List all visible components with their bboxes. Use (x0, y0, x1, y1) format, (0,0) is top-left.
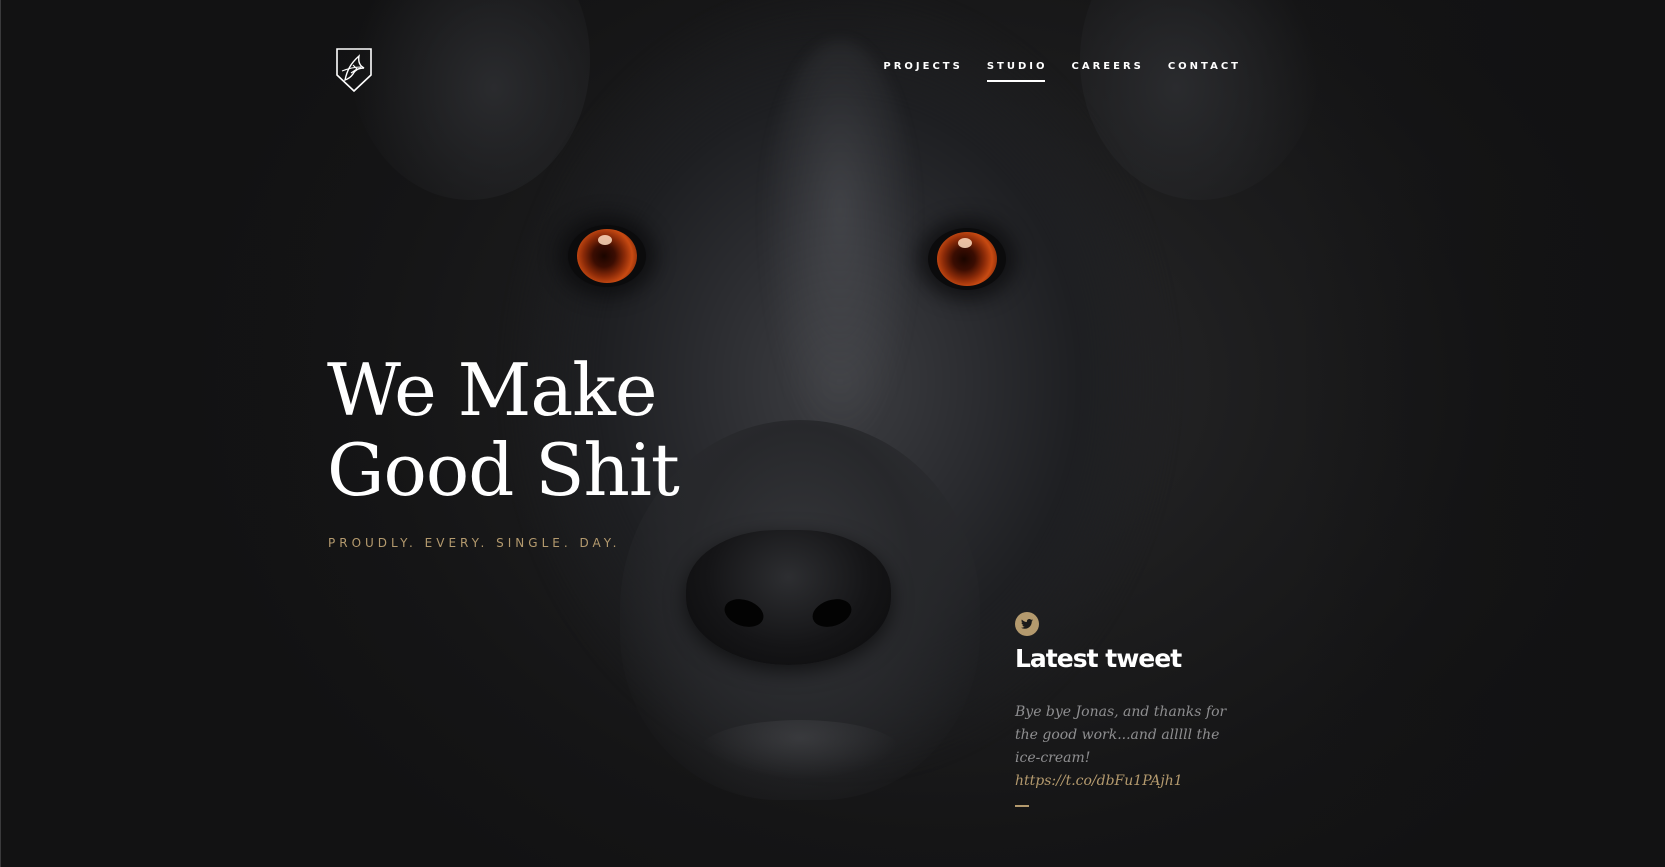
tweet-text: Bye bye Jonas, and thanks for the good w… (1015, 704, 1227, 766)
nav-item-studio[interactable]: STUDIO (987, 61, 1048, 82)
dog-eye-left (568, 225, 646, 287)
tweet-divider (1015, 805, 1029, 807)
dog-fur-highlight (760, 40, 920, 460)
tweet-heading: Latest tweet (1015, 644, 1182, 673)
tweet-link[interactable]: https://t.co/dbFu1PAjh1 (1015, 773, 1183, 789)
fox-shield-logo-icon[interactable] (335, 47, 373, 93)
edge-vignette (0, 0, 1665, 867)
hero-title-line-2: Good Shit (327, 428, 680, 512)
nav-item-projects[interactable]: PROJECTS (883, 61, 962, 82)
nav-list: PROJECTS STUDIO CAREERS CONTACT (883, 54, 1241, 73)
latest-tweet-widget: Latest tweet Bye bye Jonas, and thanks f… (1015, 612, 1245, 807)
dog-ear-right (1080, 0, 1320, 200)
dog-ear-left (350, 0, 590, 200)
nav-item-contact[interactable]: CONTACT (1168, 61, 1241, 82)
hero-title: We Make Good Shit (327, 348, 680, 512)
window-edge (0, 0, 1, 867)
hero-background-dog-image (0, 0, 1665, 867)
tweet-body: Bye bye Jonas, and thanks for the good w… (1015, 701, 1245, 793)
hero-title-line-1: We Make (327, 348, 658, 432)
dog-eye-right (928, 228, 1006, 290)
dog-nose (686, 530, 891, 665)
hero-tagline: PROUDLY. EVERY. SINGLE. DAY. (328, 536, 621, 550)
page: PROJECTS STUDIO CAREERS CONTACT We Make … (0, 0, 1665, 867)
nav-item-careers[interactable]: CAREERS (1072, 61, 1144, 82)
dog-mouth (700, 720, 900, 780)
twitter-icon[interactable] (1015, 612, 1039, 636)
